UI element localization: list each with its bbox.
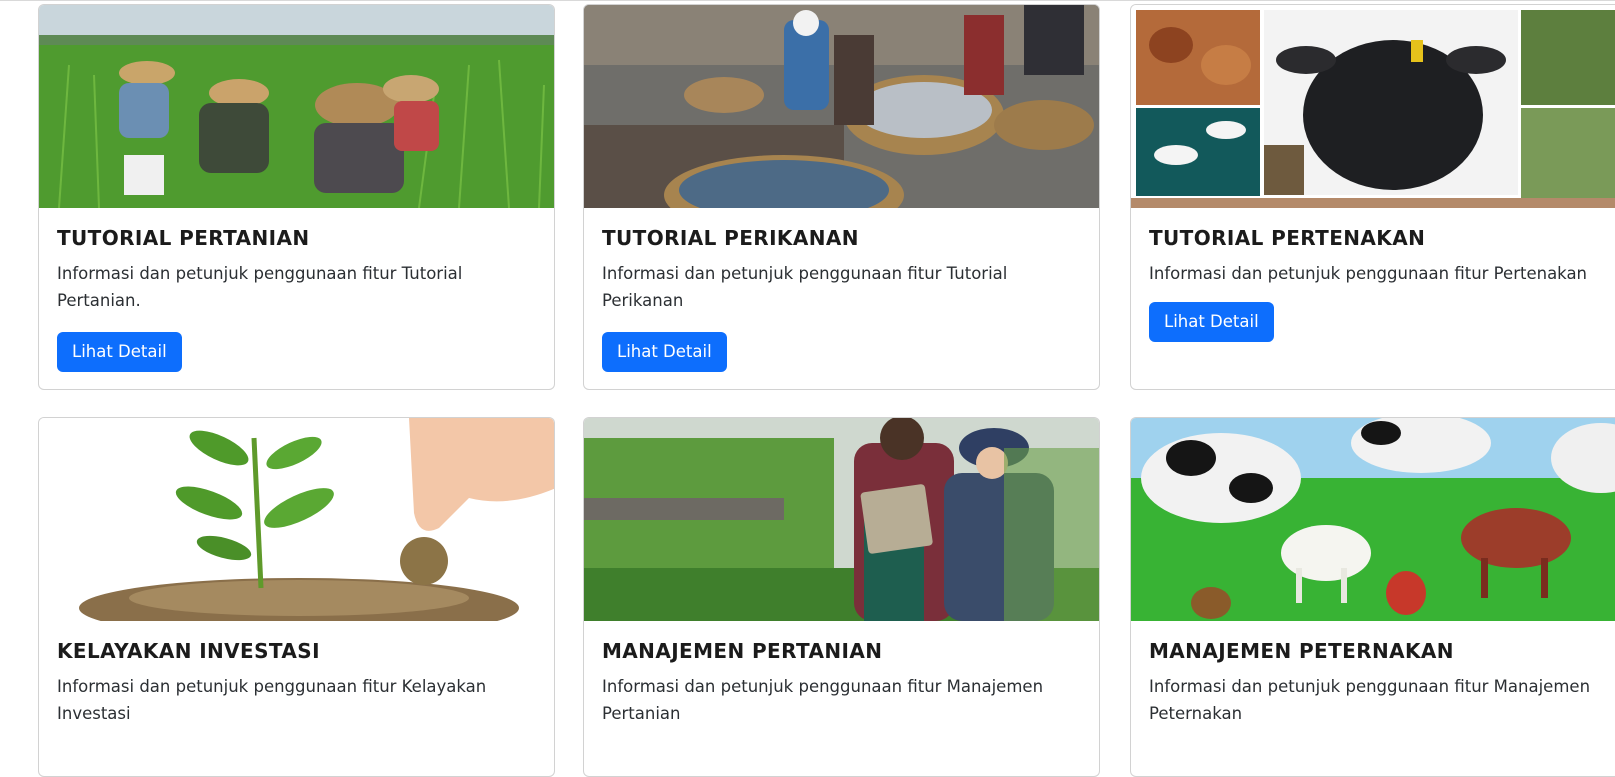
greenhouse-tablet-image [584, 418, 1099, 621]
card-description: Informasi dan petunjuk penggunaan fitur … [602, 264, 1008, 310]
top-divider [0, 0, 1615, 1]
card-title: MANAJEMEN PERTANIAN [602, 639, 883, 663]
card-tutorial-perikanan: TUTORIAL PERIKANAN Informasi dan petunju… [583, 4, 1100, 390]
lihat-detail-button[interactable]: Lihat Detail [602, 332, 727, 372]
card-tutorial-pertanian: TUTORIAL PERTANIAN Informasi dan petunju… [38, 4, 555, 390]
card-description: Informasi dan petunjuk penggunaan fitur … [57, 264, 463, 310]
card-kelayakan-investasi: KELAYAKAN INVESTASI Informasi dan petunj… [38, 417, 555, 777]
card-manajemen-pertanian: MANAJEMEN PERTANIAN Informasi dan petunj… [583, 417, 1100, 777]
lihat-detail-button[interactable]: Lihat Detail [57, 332, 182, 372]
farm-animals-image [1131, 418, 1615, 621]
card-description: Informasi dan petunjuk penggunaan fitur … [602, 677, 1044, 723]
livestock-collage-image [1131, 5, 1615, 208]
card-title: TUTORIAL PERIKANAN [602, 226, 859, 250]
card-title: KELAYAKAN INVESTASI [57, 639, 320, 663]
rice-field-farmers-image [39, 5, 554, 208]
card-tutorial-pertenakan: TUTORIAL PERTENAKAN Informasi dan petunj… [1130, 4, 1615, 390]
plant-coins-image [39, 418, 554, 621]
card-description: Informasi dan petunjuk penggunaan fitur … [1149, 264, 1588, 283]
card-manajemen-peternakan: MANAJEMEN PETERNAKAN Informasi dan petun… [1130, 417, 1615, 777]
card-description: Informasi dan petunjuk penggunaan fitur … [1149, 677, 1591, 723]
fish-market-image [584, 5, 1099, 208]
card-description: Informasi dan petunjuk penggunaan fitur … [57, 677, 487, 723]
card-title: TUTORIAL PERTENAKAN [1149, 226, 1426, 250]
card-title: MANAJEMEN PETERNAKAN [1149, 639, 1454, 663]
lihat-detail-button[interactable]: Lihat Detail [1149, 302, 1274, 342]
card-title: TUTORIAL PERTANIAN [57, 226, 310, 250]
